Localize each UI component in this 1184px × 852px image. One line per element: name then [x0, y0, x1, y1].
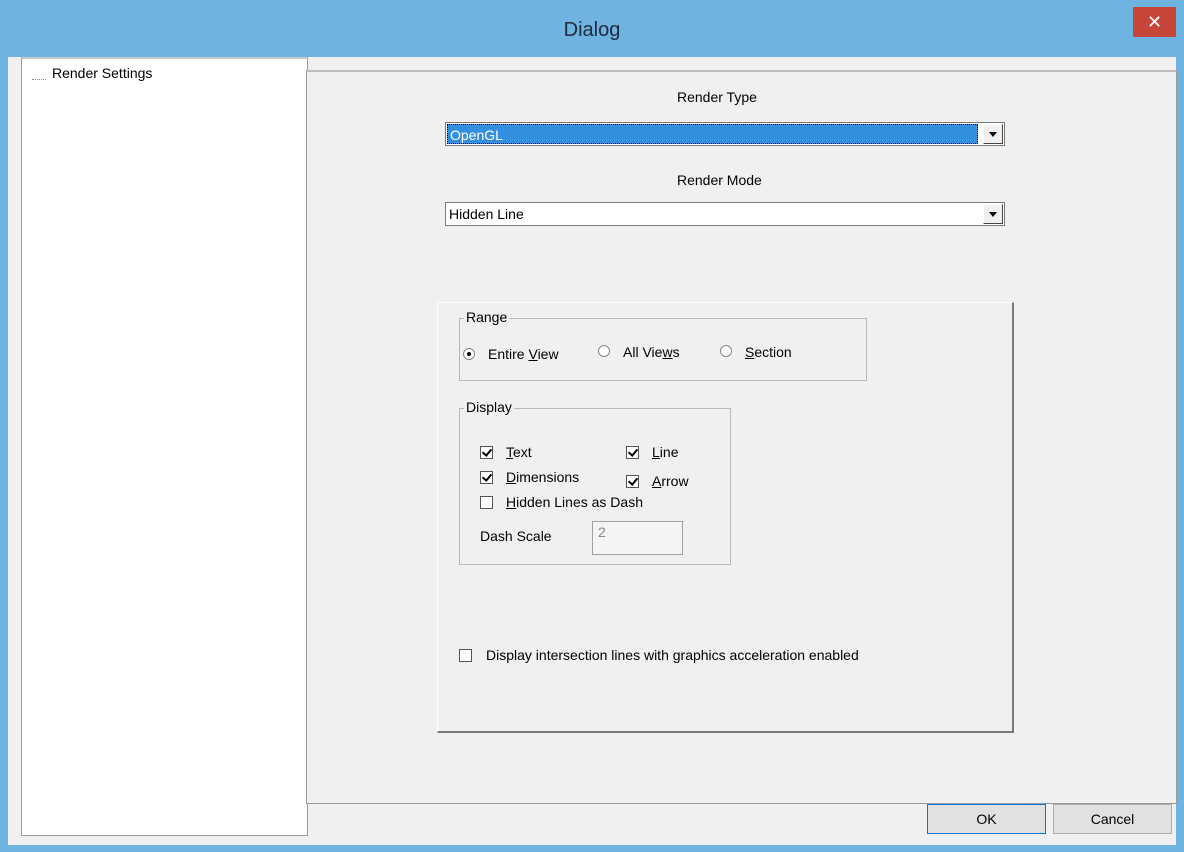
dash-scale-label: Dash Scale — [480, 528, 552, 544]
intersection-lines-label[interactable]: Display intersection lines with graphics… — [486, 647, 859, 663]
dimensions-checkbox[interactable] — [480, 471, 493, 484]
section-radio[interactable] — [720, 345, 732, 357]
render-type-value: OpenGL — [447, 124, 978, 144]
close-icon: ✕ — [1146, 12, 1163, 32]
cancel-button[interactable]: Cancel — [1053, 804, 1172, 834]
title-bar[interactable]: Dialog ✕ — [0, 0, 1184, 58]
display-group: Display Text Line Dimensions Arrow Hidde… — [459, 399, 731, 565]
render-mode-value: Hidden Line — [449, 206, 524, 222]
section-label[interactable]: Section — [745, 344, 792, 360]
tree-item-label: Render Settings — [52, 65, 153, 81]
intersection-lines-checkbox[interactable] — [459, 649, 472, 662]
render-mode-select[interactable]: Hidden Line — [445, 202, 1005, 226]
dash-scale-input[interactable]: 2 — [592, 521, 683, 555]
close-button[interactable]: ✕ — [1133, 7, 1176, 37]
line-checkbox[interactable] — [626, 446, 639, 459]
ok-button[interactable]: OK — [927, 804, 1046, 834]
dialog-window: Dialog ✕ Render Settings Render Type Ope… — [0, 0, 1184, 852]
display-group-title: Display — [464, 399, 514, 415]
range-group: Range Entire View All Views Section — [459, 309, 867, 381]
chevron-down-icon[interactable] — [983, 204, 1003, 224]
all-views-label[interactable]: All Views — [623, 344, 680, 360]
arrow-checkbox[interactable] — [626, 475, 639, 488]
hidden-lines-label[interactable]: Hidden Lines as Dash — [506, 494, 643, 510]
render-mode-label: Render Mode — [677, 172, 762, 188]
text-label[interactable]: Text — [506, 444, 532, 460]
window-title: Dialog — [563, 19, 621, 41]
chevron-down-icon[interactable] — [983, 124, 1003, 144]
range-group-title: Range — [464, 309, 510, 325]
dimensions-label[interactable]: Dimensions — [506, 469, 579, 485]
render-type-select[interactable]: OpenGL — [445, 122, 1005, 146]
hidden-lines-checkbox[interactable] — [480, 496, 493, 509]
line-label[interactable]: Line — [652, 444, 678, 460]
settings-panel: Render Type OpenGL Render Mode Hidden Li… — [306, 70, 1177, 804]
entire-view-label[interactable]: Entire View — [488, 346, 559, 362]
options-frame: Range Entire View All Views Section Disp… — [437, 302, 1014, 733]
text-checkbox[interactable] — [480, 446, 493, 459]
dialog-client: Render Settings Render Type OpenGL Rende… — [8, 57, 1177, 845]
all-views-radio[interactable] — [598, 345, 610, 357]
settings-tree[interactable]: Render Settings — [21, 57, 308, 836]
render-type-label: Render Type — [677, 89, 757, 105]
tree-connector — [32, 79, 46, 80]
entire-view-radio[interactable] — [463, 348, 475, 360]
arrow-label[interactable]: Arrow — [652, 473, 689, 489]
